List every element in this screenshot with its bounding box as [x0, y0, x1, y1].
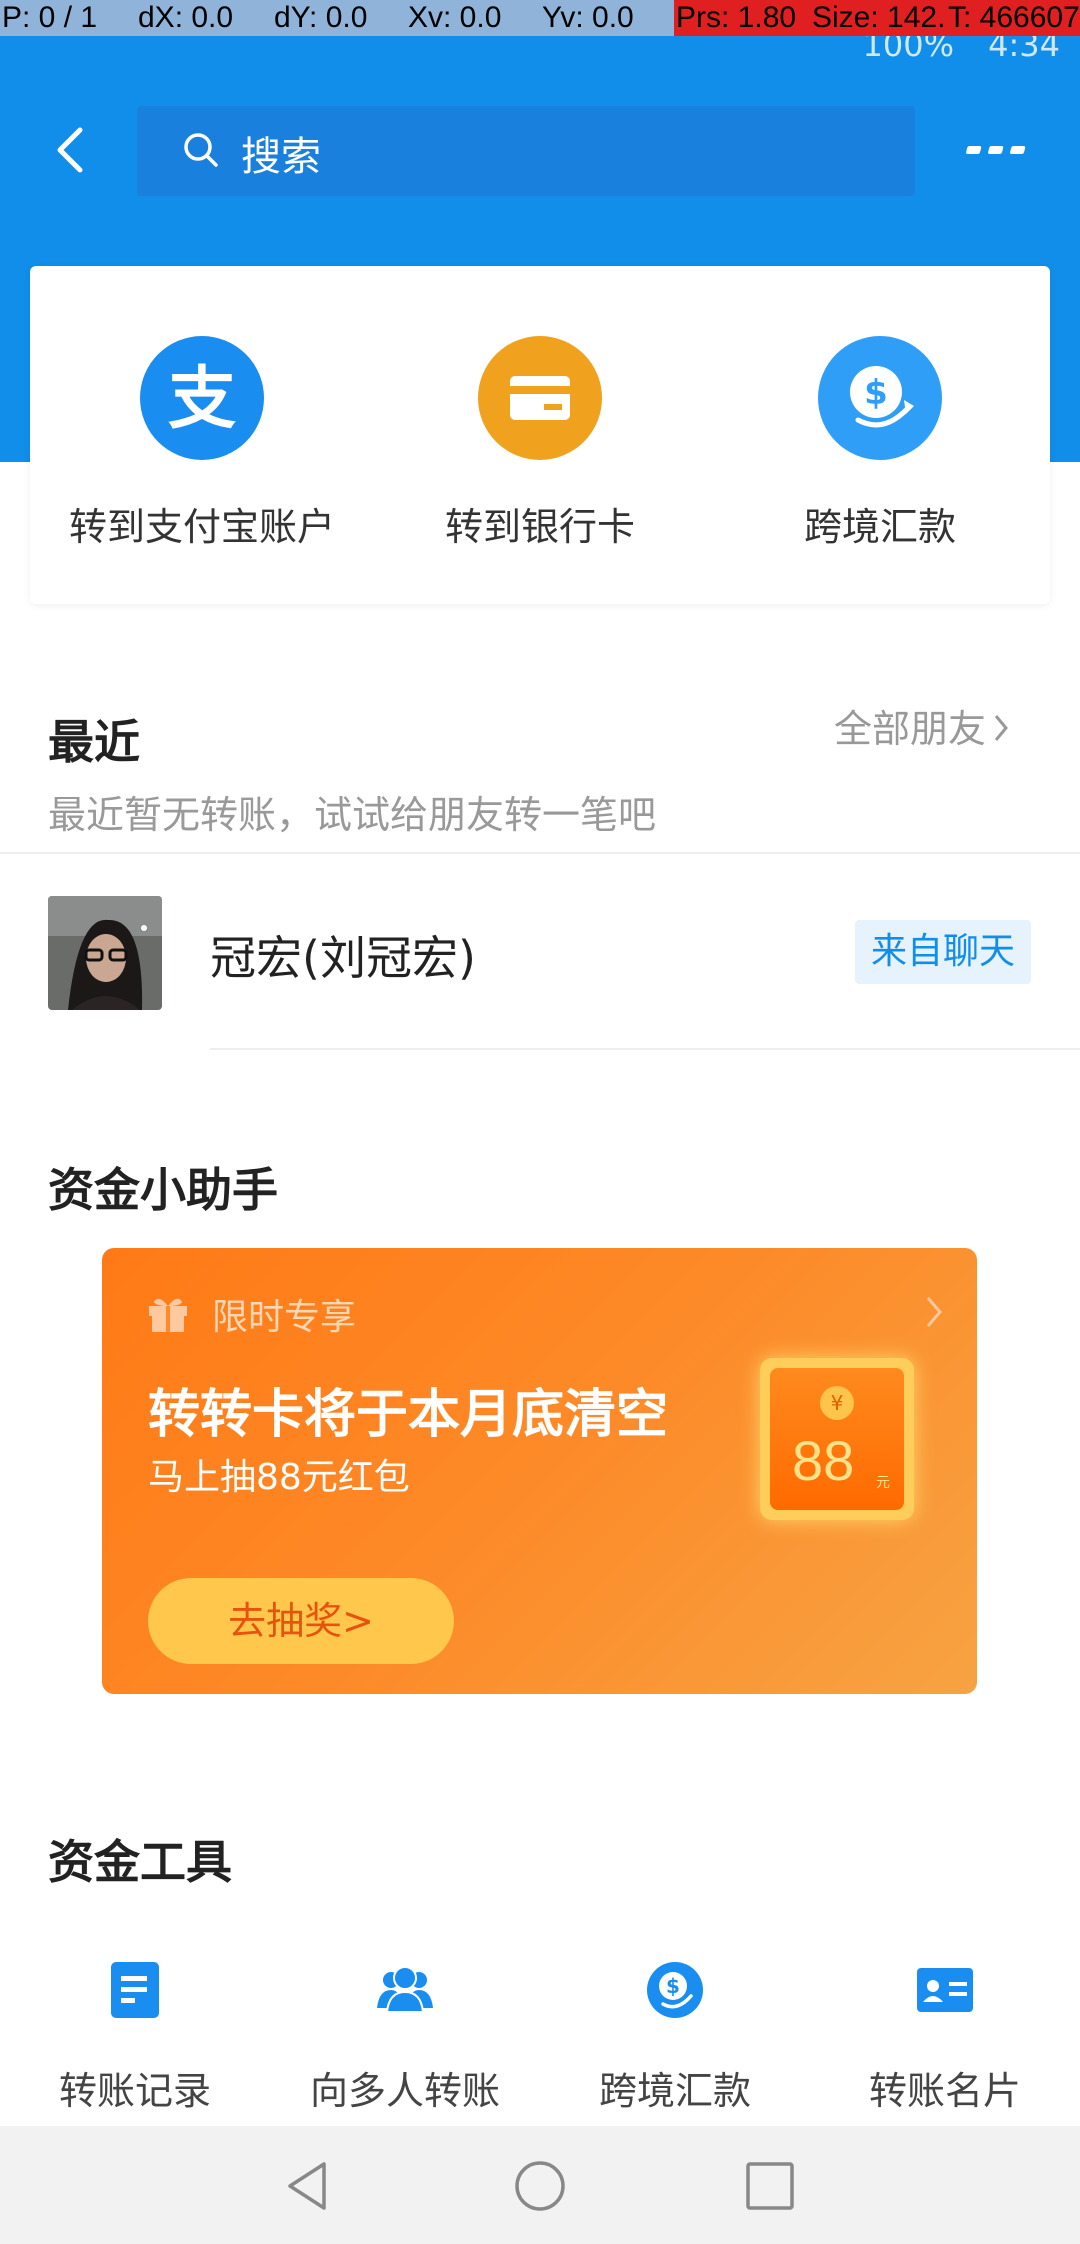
transfer-options-card: 支 转到支付宝账户 转到银行卡 $ 跨境汇款	[30, 266, 1050, 604]
transfer-option-label: 转到支付宝账户	[68, 505, 335, 549]
tool-label: 向多人转账	[309, 2069, 500, 2113]
transfer-card-button[interactable]: 转账名片	[810, 1960, 1080, 2140]
bank-card-icon	[478, 336, 602, 460]
cross-border-icon: $	[647, 1962, 703, 2018]
back-button[interactable]	[44, 122, 100, 178]
all-friends-label: 全部朋友	[834, 707, 987, 751]
chevron-right-icon	[926, 1297, 942, 1327]
divider	[210, 1048, 1080, 1050]
nav-home-icon[interactable]	[512, 2158, 568, 2214]
contact-row[interactable]: 冠宏(刘冠宏) 来自聊天	[0, 854, 1080, 1050]
cross-border-icon: $	[818, 336, 942, 460]
transfer-to-alipay-button[interactable]: 支 转到支付宝账户	[32, 266, 372, 604]
promo-tag: 限时专享	[212, 1297, 357, 1338]
nav-back-icon[interactable]	[282, 2158, 338, 2214]
svg-text:支: 支	[168, 360, 236, 439]
transfer-to-bank-button[interactable]: 转到银行卡	[370, 266, 710, 604]
debug-pressure: Prs: 1.80	[674, 0, 810, 36]
debug-size: Size: 142.	[810, 0, 946, 36]
search-input[interactable]: 搜索	[137, 106, 915, 196]
nav-recents-icon[interactable]	[742, 2158, 798, 2214]
record-icon	[111, 1962, 159, 2018]
debug-time: T: 466607	[946, 0, 1080, 36]
back-arrow-icon	[57, 127, 83, 173]
tool-label: 转账名片	[868, 2069, 1021, 2113]
cross-border-button[interactable]: $ 跨境汇款	[710, 266, 1050, 604]
draw-lottery-button[interactable]: 去抽奖>	[148, 1578, 454, 1664]
red-packet-amount: 88	[792, 1429, 855, 1492]
red-packet-unit: 元	[876, 1475, 890, 1491]
red-packet-coin: ¥	[820, 1386, 854, 1420]
recent-section-title: 最近	[48, 715, 140, 769]
promo-title: 转转卡将于本月底清空	[148, 1385, 669, 1445]
contact-source-badge: 来自聊天	[855, 920, 1031, 984]
debug-dy: dY: 0.0	[272, 0, 406, 36]
tool-label: 转账记录	[58, 2069, 211, 2113]
more-icon[interactable]	[966, 130, 1036, 170]
svg-text:$: $	[666, 1974, 680, 1998]
multi-transfer-button[interactable]: 向多人转账	[270, 1960, 540, 2140]
cross-border-tool-button[interactable]: $ 跨境汇款	[540, 1960, 810, 2140]
search-icon	[184, 133, 218, 167]
promo-banner[interactable]: 限时专享 转转卡将于本月底清空 马上抽88元红包 去抽奖> ¥ 88 元	[102, 1248, 977, 1694]
debug-xv: Xv: 0.0	[406, 0, 540, 36]
debug-dx: dX: 0.0	[136, 0, 272, 36]
card-icon	[917, 1968, 973, 2012]
tool-label: 跨境汇款	[598, 2069, 751, 2113]
debug-pointer: P: 0 / 1	[0, 0, 136, 36]
recent-empty-hint: 最近暂无转账，试试给朋友转一笔吧	[48, 793, 657, 837]
debug-yv: Yv: 0.0	[540, 0, 674, 36]
assistant-section-title: 资金小助手	[48, 1163, 278, 1217]
group-icon	[377, 1966, 433, 2013]
system-nav-bar	[0, 2126, 1080, 2244]
promo-subtitle: 马上抽88元红包	[148, 1457, 410, 1498]
red-packet-icon: ¥ 88 元	[760, 1358, 914, 1520]
chevron-right-icon	[994, 715, 1008, 741]
contact-name: 冠宏(刘冠宏)	[210, 931, 476, 985]
gift-icon	[149, 1298, 187, 1332]
transfer-option-label: 跨境汇款	[803, 505, 956, 549]
tools-section-title: 资金工具	[48, 1835, 232, 1889]
avatar	[48, 896, 162, 1010]
pointer-debug-overlay: P: 0 / 1 dX: 0.0 dY: 0.0 Xv: 0.0 Yv: 0.0…	[0, 0, 1080, 36]
alipay-icon: 支	[140, 336, 264, 460]
svg-text:$: $	[864, 373, 888, 413]
transfer-option-label: 转到银行卡	[444, 505, 635, 549]
all-friends-link[interactable]: 全部朋友	[834, 698, 1012, 753]
transfer-records-button[interactable]: 转账记录	[0, 1960, 270, 2140]
search-placeholder: 搜索	[241, 134, 321, 180]
